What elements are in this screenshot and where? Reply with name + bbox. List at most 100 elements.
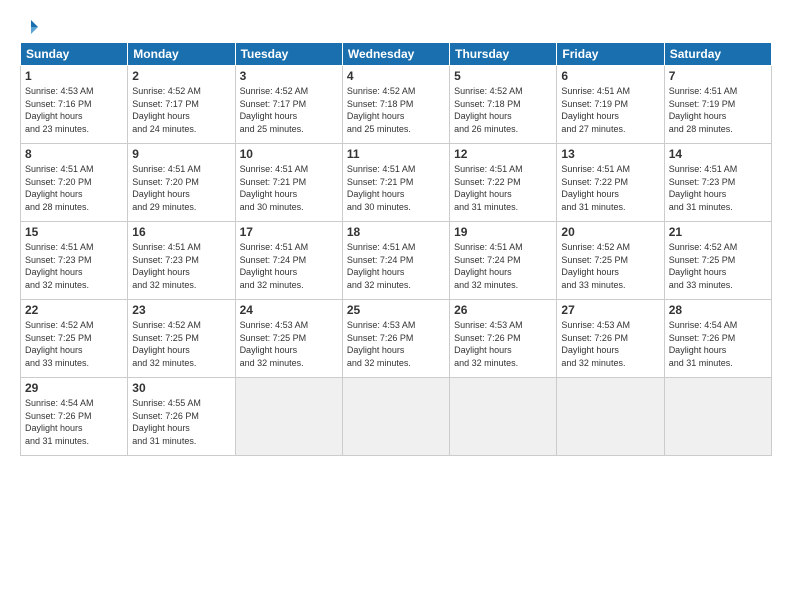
- calendar-cell: [450, 378, 557, 456]
- day-number: 30: [132, 381, 230, 395]
- cell-info: Sunrise: 4:53 AMSunset: 7:16 PMDaylight …: [25, 86, 94, 134]
- calendar-cell: 5 Sunrise: 4:52 AMSunset: 7:18 PMDayligh…: [450, 66, 557, 144]
- cell-info: Sunrise: 4:52 AMSunset: 7:25 PMDaylight …: [669, 242, 738, 290]
- cell-info: Sunrise: 4:51 AMSunset: 7:23 PMDaylight …: [669, 164, 738, 212]
- day-number: 13: [561, 147, 659, 161]
- day-number: 22: [25, 303, 123, 317]
- day-number: 12: [454, 147, 552, 161]
- calendar-cell: 29 Sunrise: 4:54 AMSunset: 7:26 PMDaylig…: [21, 378, 128, 456]
- cell-info: Sunrise: 4:51 AMSunset: 7:24 PMDaylight …: [347, 242, 416, 290]
- calendar-cell: 19 Sunrise: 4:51 AMSunset: 7:24 PMDaylig…: [450, 222, 557, 300]
- day-number: 15: [25, 225, 123, 239]
- cell-info: Sunrise: 4:55 AMSunset: 7:26 PMDaylight …: [132, 398, 201, 446]
- day-number: 16: [132, 225, 230, 239]
- weekday-header-friday: Friday: [557, 43, 664, 66]
- weekday-header-wednesday: Wednesday: [342, 43, 449, 66]
- cell-info: Sunrise: 4:51 AMSunset: 7:20 PMDaylight …: [132, 164, 201, 212]
- calendar-cell: 8 Sunrise: 4:51 AMSunset: 7:20 PMDayligh…: [21, 144, 128, 222]
- cell-info: Sunrise: 4:52 AMSunset: 7:17 PMDaylight …: [132, 86, 201, 134]
- calendar-cell: 24 Sunrise: 4:53 AMSunset: 7:25 PMDaylig…: [235, 300, 342, 378]
- calendar-cell: [664, 378, 771, 456]
- cell-info: Sunrise: 4:53 AMSunset: 7:26 PMDaylight …: [454, 320, 523, 368]
- weekday-header-sunday: Sunday: [21, 43, 128, 66]
- day-number: 23: [132, 303, 230, 317]
- day-number: 14: [669, 147, 767, 161]
- day-number: 10: [240, 147, 338, 161]
- day-number: 11: [347, 147, 445, 161]
- calendar-cell: 27 Sunrise: 4:53 AMSunset: 7:26 PMDaylig…: [557, 300, 664, 378]
- calendar-cell: 1 Sunrise: 4:53 AMSunset: 7:16 PMDayligh…: [21, 66, 128, 144]
- day-number: 29: [25, 381, 123, 395]
- calendar-cell: 21 Sunrise: 4:52 AMSunset: 7:25 PMDaylig…: [664, 222, 771, 300]
- calendar-cell: 4 Sunrise: 4:52 AMSunset: 7:18 PMDayligh…: [342, 66, 449, 144]
- calendar-cell: 2 Sunrise: 4:52 AMSunset: 7:17 PMDayligh…: [128, 66, 235, 144]
- cell-info: Sunrise: 4:52 AMSunset: 7:25 PMDaylight …: [561, 242, 630, 290]
- cell-info: Sunrise: 4:54 AMSunset: 7:26 PMDaylight …: [25, 398, 94, 446]
- cell-info: Sunrise: 4:51 AMSunset: 7:23 PMDaylight …: [132, 242, 201, 290]
- calendar-cell: 16 Sunrise: 4:51 AMSunset: 7:23 PMDaylig…: [128, 222, 235, 300]
- logo: [20, 18, 40, 34]
- calendar-cell: 3 Sunrise: 4:52 AMSunset: 7:17 PMDayligh…: [235, 66, 342, 144]
- cell-info: Sunrise: 4:51 AMSunset: 7:20 PMDaylight …: [25, 164, 94, 212]
- cell-info: Sunrise: 4:53 AMSunset: 7:25 PMDaylight …: [240, 320, 309, 368]
- calendar-cell: [342, 378, 449, 456]
- calendar-table: SundayMondayTuesdayWednesdayThursdayFrid…: [20, 42, 772, 456]
- day-number: 21: [669, 225, 767, 239]
- day-number: 26: [454, 303, 552, 317]
- calendar-cell: 22 Sunrise: 4:52 AMSunset: 7:25 PMDaylig…: [21, 300, 128, 378]
- calendar-cell: 26 Sunrise: 4:53 AMSunset: 7:26 PMDaylig…: [450, 300, 557, 378]
- calendar-cell: 30 Sunrise: 4:55 AMSunset: 7:26 PMDaylig…: [128, 378, 235, 456]
- logo-flag-icon: [22, 18, 40, 36]
- calendar-cell: 10 Sunrise: 4:51 AMSunset: 7:21 PMDaylig…: [235, 144, 342, 222]
- day-number: 24: [240, 303, 338, 317]
- weekday-header-saturday: Saturday: [664, 43, 771, 66]
- cell-info: Sunrise: 4:51 AMSunset: 7:21 PMDaylight …: [347, 164, 416, 212]
- cell-info: Sunrise: 4:51 AMSunset: 7:23 PMDaylight …: [25, 242, 94, 290]
- calendar-cell: 23 Sunrise: 4:52 AMSunset: 7:25 PMDaylig…: [128, 300, 235, 378]
- calendar-cell: 6 Sunrise: 4:51 AMSunset: 7:19 PMDayligh…: [557, 66, 664, 144]
- calendar-cell: 12 Sunrise: 4:51 AMSunset: 7:22 PMDaylig…: [450, 144, 557, 222]
- day-number: 28: [669, 303, 767, 317]
- page: SundayMondayTuesdayWednesdayThursdayFrid…: [0, 0, 792, 612]
- cell-info: Sunrise: 4:53 AMSunset: 7:26 PMDaylight …: [347, 320, 416, 368]
- cell-info: Sunrise: 4:51 AMSunset: 7:22 PMDaylight …: [561, 164, 630, 212]
- day-number: 4: [347, 69, 445, 83]
- day-number: 2: [132, 69, 230, 83]
- cell-info: Sunrise: 4:51 AMSunset: 7:19 PMDaylight …: [669, 86, 738, 134]
- calendar-cell: 20 Sunrise: 4:52 AMSunset: 7:25 PMDaylig…: [557, 222, 664, 300]
- day-number: 1: [25, 69, 123, 83]
- weekday-header-monday: Monday: [128, 43, 235, 66]
- cell-info: Sunrise: 4:51 AMSunset: 7:22 PMDaylight …: [454, 164, 523, 212]
- calendar-cell: 14 Sunrise: 4:51 AMSunset: 7:23 PMDaylig…: [664, 144, 771, 222]
- calendar-cell: 7 Sunrise: 4:51 AMSunset: 7:19 PMDayligh…: [664, 66, 771, 144]
- calendar-cell: 17 Sunrise: 4:51 AMSunset: 7:24 PMDaylig…: [235, 222, 342, 300]
- day-number: 25: [347, 303, 445, 317]
- calendar-cell: 25 Sunrise: 4:53 AMSunset: 7:26 PMDaylig…: [342, 300, 449, 378]
- cell-info: Sunrise: 4:51 AMSunset: 7:24 PMDaylight …: [454, 242, 523, 290]
- day-number: 8: [25, 147, 123, 161]
- calendar-cell: 9 Sunrise: 4:51 AMSunset: 7:20 PMDayligh…: [128, 144, 235, 222]
- calendar-cell: 28 Sunrise: 4:54 AMSunset: 7:26 PMDaylig…: [664, 300, 771, 378]
- day-number: 17: [240, 225, 338, 239]
- cell-info: Sunrise: 4:52 AMSunset: 7:25 PMDaylight …: [25, 320, 94, 368]
- day-number: 7: [669, 69, 767, 83]
- header: [20, 18, 772, 34]
- day-number: 27: [561, 303, 659, 317]
- cell-info: Sunrise: 4:54 AMSunset: 7:26 PMDaylight …: [669, 320, 738, 368]
- cell-info: Sunrise: 4:52 AMSunset: 7:18 PMDaylight …: [454, 86, 523, 134]
- weekday-header-tuesday: Tuesday: [235, 43, 342, 66]
- cell-info: Sunrise: 4:51 AMSunset: 7:21 PMDaylight …: [240, 164, 309, 212]
- calendar-cell: 15 Sunrise: 4:51 AMSunset: 7:23 PMDaylig…: [21, 222, 128, 300]
- weekday-header-thursday: Thursday: [450, 43, 557, 66]
- day-number: 19: [454, 225, 552, 239]
- day-number: 9: [132, 147, 230, 161]
- cell-info: Sunrise: 4:52 AMSunset: 7:18 PMDaylight …: [347, 86, 416, 134]
- day-number: 6: [561, 69, 659, 83]
- day-number: 3: [240, 69, 338, 83]
- cell-info: Sunrise: 4:51 AMSunset: 7:24 PMDaylight …: [240, 242, 309, 290]
- calendar-cell: [557, 378, 664, 456]
- calendar-cell: [235, 378, 342, 456]
- day-number: 18: [347, 225, 445, 239]
- calendar-cell: 18 Sunrise: 4:51 AMSunset: 7:24 PMDaylig…: [342, 222, 449, 300]
- calendar-cell: 13 Sunrise: 4:51 AMSunset: 7:22 PMDaylig…: [557, 144, 664, 222]
